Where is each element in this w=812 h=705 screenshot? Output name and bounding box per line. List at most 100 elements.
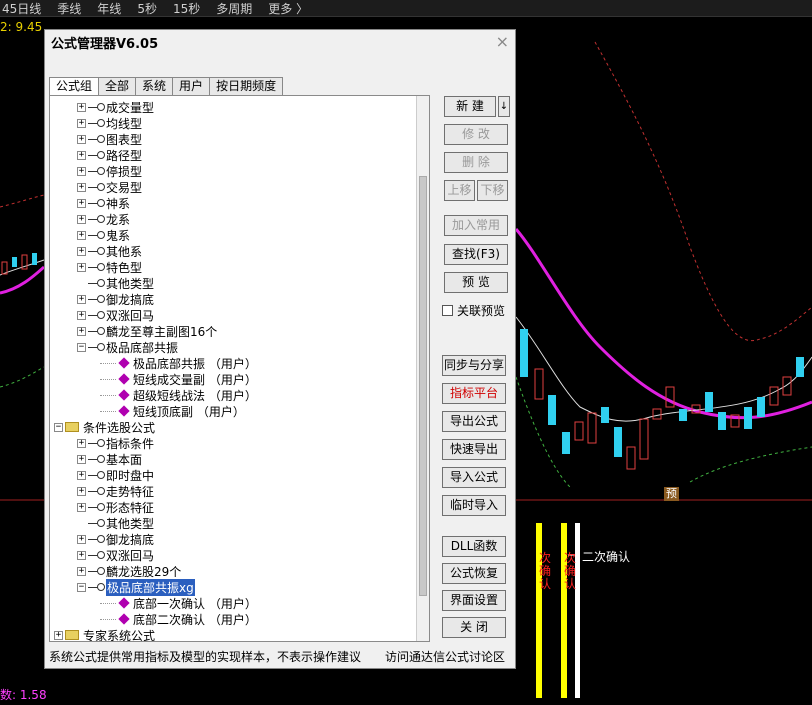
tree-item[interactable]: 底部二次确认 （用户）	[100, 611, 257, 627]
indicator-platform-button[interactable]: 指标平台	[442, 383, 506, 404]
tree-item[interactable]: + 基本面	[77, 451, 142, 467]
period-45day[interactable]: 45日线	[2, 0, 41, 17]
expand-icon[interactable]: +	[77, 118, 86, 128]
collapse-icon[interactable]: −	[54, 422, 63, 432]
expand-icon[interactable]: +	[77, 310, 86, 320]
tree-item[interactable]: + 双涨回马	[77, 307, 154, 323]
tab-all[interactable]: 全部	[98, 77, 137, 95]
delete-button[interactable]: 删 除	[444, 152, 508, 173]
key-icon	[88, 166, 105, 176]
expand-icon[interactable]: +	[77, 214, 86, 224]
dll-function-button[interactable]: DLL函数	[442, 536, 506, 557]
quick-export-button[interactable]: 快速导出	[442, 439, 506, 460]
expand-icon[interactable]: +	[77, 134, 86, 144]
tree-item[interactable]: + 图表型	[77, 131, 142, 147]
forum-link[interactable]: 访问通达信公式讨论区	[385, 648, 505, 665]
new-dropdown-icon[interactable]: ↓	[498, 96, 510, 117]
formula-restore-button[interactable]: 公式恢复	[442, 563, 506, 584]
find-button[interactable]: 查找(F3)	[444, 244, 508, 265]
expand-icon[interactable]: +	[77, 294, 86, 304]
expand-icon[interactable]: +	[77, 454, 86, 464]
expand-icon[interactable]: +	[77, 198, 86, 208]
tree-item[interactable]: + 鬼系	[77, 227, 130, 243]
expand-icon[interactable]: +	[77, 470, 86, 480]
expand-icon[interactable]: +	[77, 550, 86, 560]
expand-icon[interactable]: +	[77, 246, 86, 256]
period-year[interactable]: 年线	[97, 0, 121, 17]
close-button[interactable]: 关 闭	[442, 617, 506, 638]
tree-item[interactable]: + 停损型	[77, 163, 142, 179]
tree-item[interactable]: + 特色型	[77, 259, 142, 275]
temp-import-button[interactable]: 临时导入	[442, 495, 506, 516]
move-down-button[interactable]: 下移	[477, 180, 508, 201]
move-up-button[interactable]: 上移	[444, 180, 475, 201]
formula-tree[interactable]: + 成交量型 + 均线型 + 图表型 + 路径型 + 停损型 + 交易型 + 神系 + 龙系 +…	[49, 95, 430, 642]
tree-item[interactable]: + 龙系	[77, 211, 130, 227]
tree-item[interactable]: + 交易型	[77, 179, 142, 195]
expand-icon[interactable]: +	[77, 326, 86, 336]
expand-icon[interactable]: +	[77, 182, 86, 192]
export-formula-button[interactable]: 导出公式	[442, 411, 506, 432]
tree-item[interactable]: + 神系	[77, 195, 130, 211]
tree-item[interactable]: 极品底部共振 （用户）	[100, 355, 257, 371]
tree-item-selected[interactable]: − 极品底部共振xg	[77, 578, 195, 596]
dialog-titlebar[interactable]: 公式管理器V6.05 ×	[45, 30, 515, 54]
expand-icon[interactable]: +	[77, 262, 86, 272]
tree-item[interactable]: + 成交量型	[77, 99, 154, 115]
collapse-icon[interactable]: −	[77, 342, 86, 352]
tree-item[interactable]: + 路径型	[77, 147, 142, 163]
period-more[interactable]: 更多 〉	[268, 0, 308, 17]
period-season[interactable]: 季线	[57, 0, 81, 17]
tab-by-date-frequency[interactable]: 按日期频度	[209, 77, 284, 95]
tree-item[interactable]: 短线成交量副 （用户）	[100, 371, 257, 387]
expand-icon[interactable]: +	[77, 566, 86, 576]
ui-settings-button[interactable]: 界面设置	[442, 590, 506, 611]
tree-item[interactable]: − 极品底部共振	[77, 339, 178, 355]
close-icon[interactable]: ×	[496, 34, 509, 50]
tree-item[interactable]: + 即时盘中	[77, 467, 154, 483]
period-15s[interactable]: 15秒	[173, 0, 200, 17]
tree-item[interactable]: + 御龙搞底	[77, 531, 154, 547]
tab-formula-group[interactable]: 公式组	[49, 77, 100, 97]
tree-item-folder[interactable]: − 条件选股公式	[54, 419, 155, 435]
tree-item[interactable]: 其他类型	[88, 275, 154, 291]
tree-item[interactable]: + 御龙搞底	[77, 291, 154, 307]
preview-button[interactable]: 预 览	[444, 272, 508, 293]
expand-icon[interactable]: +	[77, 166, 86, 176]
edit-button[interactable]: 修 改	[444, 124, 508, 145]
import-formula-button[interactable]: 导入公式	[442, 467, 506, 488]
sync-share-button[interactable]: 同步与分享	[442, 355, 506, 376]
expand-icon[interactable]: +	[77, 534, 86, 544]
linked-preview-checkbox[interactable]	[442, 305, 453, 316]
tree-item[interactable]: + 指标条件	[77, 435, 154, 451]
scrollbar-thumb[interactable]	[419, 176, 427, 596]
tree-item[interactable]: + 形态特征	[77, 499, 154, 515]
expand-icon[interactable]: +	[77, 486, 86, 496]
expand-icon[interactable]: +	[77, 438, 86, 448]
add-common-button[interactable]: 加入常用	[444, 215, 508, 236]
tree-item[interactable]: + 双涨回马	[77, 547, 154, 563]
tree-item[interactable]: 其他类型	[88, 515, 154, 531]
period-5s[interactable]: 5秒	[137, 0, 157, 17]
expand-icon[interactable]: +	[54, 630, 63, 640]
expand-icon[interactable]: +	[77, 150, 86, 160]
tree-item[interactable]: + 均线型	[77, 115, 142, 131]
tree-item-folder[interactable]: + 专家系统公式	[54, 627, 155, 641]
tree-item[interactable]: 短线顶底副 （用户）	[100, 403, 245, 419]
tab-system[interactable]: 系统	[135, 77, 174, 95]
tree-item[interactable]: + 麟龙至尊主副图16个	[77, 323, 217, 339]
tree-scrollbar[interactable]	[416, 96, 429, 641]
expand-icon[interactable]: +	[77, 502, 86, 512]
tree-item[interactable]: 超级短线战法 （用户）	[100, 387, 257, 403]
expand-icon[interactable]: +	[77, 102, 86, 112]
new-button[interactable]: 新 建	[444, 96, 496, 117]
tree-item[interactable]: + 走势特征	[77, 483, 154, 499]
linked-preview-checkbox-row[interactable]: 关联预览	[442, 302, 505, 319]
tab-user[interactable]: 用户	[172, 77, 211, 95]
period-multi[interactable]: 多周期	[216, 0, 252, 17]
tree-item[interactable]: + 其他系	[77, 243, 142, 259]
collapse-icon[interactable]: −	[77, 582, 86, 592]
expand-icon[interactable]: +	[77, 230, 86, 240]
tree-item[interactable]: 底部一次确认 （用户）	[100, 595, 257, 611]
tree-item[interactable]: + 麟龙选股29个	[77, 563, 181, 579]
